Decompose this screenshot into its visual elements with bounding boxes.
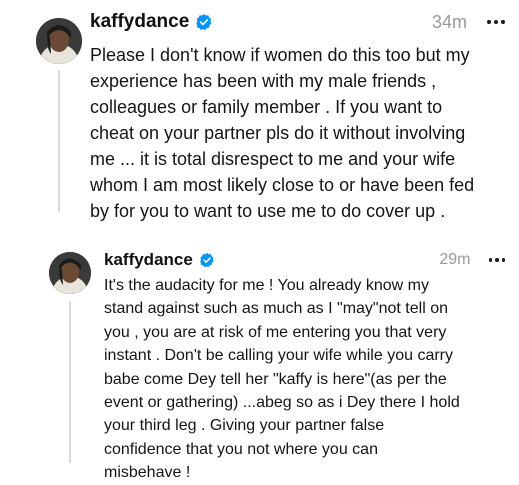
more-horizontal-icon[interactable] bbox=[488, 258, 505, 262]
timestamp: 34m bbox=[431, 11, 467, 32]
post-main: kaffydance 34m Please I don't know if wo… bbox=[0, 0, 519, 245]
thread-line bbox=[69, 302, 71, 463]
thread-line bbox=[58, 70, 60, 212]
timestamp: 29m bbox=[439, 251, 471, 268]
post-header: kaffydance 34m bbox=[90, 5, 505, 39]
post-reply: kaffydance 29m It's the audacity for me … bbox=[0, 246, 519, 481]
post-header: kaffydance 29m bbox=[104, 246, 505, 274]
username[interactable]: kaffydance bbox=[90, 11, 189, 33]
username[interactable]: kaffydance bbox=[104, 250, 193, 270]
post-text: It's the audacity for me ! You already k… bbox=[104, 277, 460, 482]
avatar[interactable] bbox=[36, 18, 82, 64]
verified-badge-icon bbox=[196, 14, 212, 31]
more-horizontal-icon[interactable] bbox=[487, 20, 505, 24]
post-text: Please I don't know if women do this too… bbox=[90, 45, 475, 221]
avatar-photo bbox=[49, 252, 91, 294]
avatar-photo bbox=[36, 18, 82, 64]
avatar[interactable] bbox=[49, 252, 91, 294]
verified-badge-icon bbox=[200, 253, 214, 268]
